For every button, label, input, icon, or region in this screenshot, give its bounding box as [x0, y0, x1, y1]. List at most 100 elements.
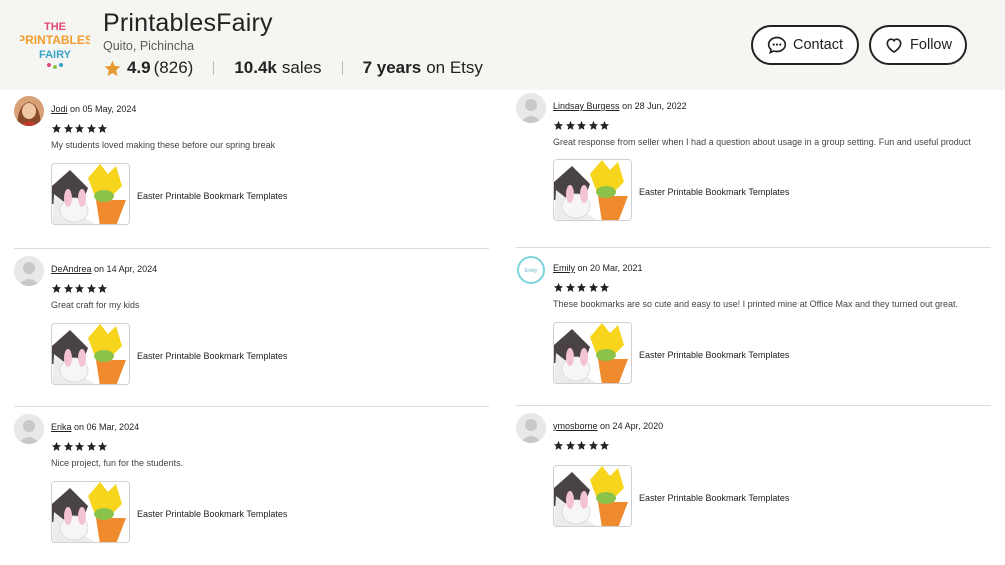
star-icon: [74, 441, 85, 451]
star-icon: [86, 441, 96, 451]
reviewer-name-link[interactable]: DeAndrea: [51, 264, 92, 274]
years-label: on Etsy: [426, 58, 483, 77]
product-thumbnail[interactable]: [553, 159, 632, 221]
heart-icon: [886, 38, 902, 54]
avatar[interactable]: [14, 414, 44, 444]
follow-button[interactable]: Follow: [869, 25, 967, 65]
star-icon: [51, 441, 62, 451]
product-thumbnail[interactable]: [553, 465, 632, 527]
contact-label: Contact: [793, 37, 843, 53]
shop-rating-count[interactable]: (826): [154, 58, 194, 78]
star-rating: [51, 441, 109, 452]
reviewer-name-link[interactable]: Lindsay Burgess: [553, 101, 620, 111]
star-icon: [63, 441, 73, 451]
star-icon: [553, 120, 564, 130]
review-meta: Jodi on 05 May, 2024: [51, 104, 136, 114]
star-icon: [588, 282, 598, 292]
product-title-link[interactable]: Easter Printable Bookmark Templates: [639, 350, 789, 360]
product-title-link[interactable]: Easter Printable Bookmark Templates: [137, 351, 287, 361]
star-icon: [63, 123, 73, 133]
product-title-link[interactable]: Easter Printable Bookmark Templates: [137, 509, 287, 519]
review-date: on 20 Mar, 2021: [577, 263, 643, 273]
follow-label: Follow: [910, 37, 952, 53]
product-thumbnail[interactable]: [51, 323, 130, 385]
star-icon: [599, 282, 610, 292]
review-meta: ymosborne on 24 Apr, 2020: [553, 421, 663, 431]
star-rating: [51, 283, 109, 294]
reviewer-name-link[interactable]: Jodi: [51, 104, 68, 114]
star-icon: [565, 120, 575, 130]
star-rating: [553, 282, 611, 293]
star-icon: [588, 120, 598, 130]
star-icon: [588, 440, 598, 450]
sales-count: 10.4k: [234, 58, 277, 77]
review-date: on 14 Apr, 2024: [94, 264, 158, 274]
star-icon: [97, 283, 108, 293]
star-icon: [576, 282, 587, 292]
star-icon: [63, 283, 73, 293]
star-icon: [565, 440, 575, 450]
star-icon: [86, 283, 96, 293]
stats-divider: [213, 61, 215, 75]
review-meta: DeAndrea on 14 Apr, 2024: [51, 264, 157, 274]
review-item: ymosborne on 24 Apr, 2020 Easter Printab…: [516, 413, 992, 553]
avatar[interactable]: [516, 93, 546, 123]
star-icon: [86, 123, 96, 133]
contact-button[interactable]: Contact: [751, 25, 859, 65]
shop-name[interactable]: PrintablesFairy: [103, 9, 273, 38]
star-icon: [74, 123, 85, 133]
review-item: Erika on 06 Mar, 2024 Nice project, fun …: [14, 414, 490, 554]
review-divider: [516, 247, 991, 248]
avatar[interactable]: [516, 413, 546, 443]
review-date: on 06 Mar, 2024: [74, 422, 140, 432]
product-title-link[interactable]: Easter Printable Bookmark Templates: [639, 493, 789, 503]
reviewer-name-link[interactable]: Emily: [553, 263, 575, 273]
shop-header: THE PRINTABLES FAIRY PrintablesFairy Qui…: [0, 0, 1005, 90]
review-date: on 28 Jun, 2022: [622, 101, 687, 111]
shop-rating: 4.9: [127, 58, 151, 77]
avatar[interactable]: Emily: [516, 255, 546, 285]
review-text: These bookmarks are so cute and easy to …: [553, 299, 959, 309]
shop-logo[interactable]: THE PRINTABLES FAIRY: [17, 14, 93, 74]
stats-divider: [341, 61, 343, 75]
star-rating: [553, 120, 611, 131]
shop-stats: 4.9 (826) 10.4k sales 7 years on Etsy: [103, 56, 483, 80]
shop-location: Quito, Pichincha: [103, 39, 195, 53]
review-meta: Lindsay Burgess on 28 Jun, 2022: [553, 101, 687, 111]
star-icon: [565, 282, 575, 292]
review-date: on 24 Apr, 2020: [600, 421, 664, 431]
review-date: on 05 May, 2024: [70, 104, 137, 114]
svg-text:FAIRY: FAIRY: [39, 49, 72, 61]
review-text: Great craft for my kids: [51, 300, 140, 310]
years-count: 7 years: [362, 58, 422, 77]
star-icon: [51, 283, 62, 293]
star-icon: [97, 441, 108, 451]
product-thumbnail[interactable]: [51, 481, 130, 543]
review-item: Lindsay Burgess on 28 Jun, 2022 Great re…: [516, 93, 992, 233]
review-meta: Emily on 20 Mar, 2021: [553, 263, 643, 273]
avatar[interactable]: [14, 96, 44, 126]
sales-label: sales: [281, 58, 322, 77]
star-icon: [576, 120, 587, 130]
star-icon: [576, 440, 587, 450]
rating-star-icon: [104, 60, 121, 76]
chat-bubble-icon: [767, 36, 787, 54]
reviewer-name-link[interactable]: Erika: [51, 422, 72, 432]
star-icon: [97, 123, 108, 133]
review-divider: [516, 405, 991, 406]
reviewer-name-link[interactable]: ymosborne: [553, 421, 598, 431]
review-text: Great response from seller when I had a …: [553, 137, 971, 147]
product-thumbnail[interactable]: [553, 322, 632, 384]
star-icon: [74, 283, 85, 293]
star-rating: [51, 123, 109, 134]
svg-text:PRINTABLES: PRINTABLES: [20, 33, 90, 47]
product-title-link[interactable]: Easter Printable Bookmark Templates: [639, 187, 789, 197]
review-text: Nice project, fun for the students.: [51, 458, 184, 468]
product-title-link[interactable]: Easter Printable Bookmark Templates: [137, 191, 287, 201]
avatar[interactable]: [14, 256, 44, 286]
star-icon: [553, 282, 564, 292]
review-item: DeAndrea on 14 Apr, 2024 Great craft for…: [14, 256, 490, 396]
star-icon: [51, 123, 62, 133]
product-thumbnail[interactable]: [51, 163, 130, 225]
star-icon: [599, 440, 610, 450]
